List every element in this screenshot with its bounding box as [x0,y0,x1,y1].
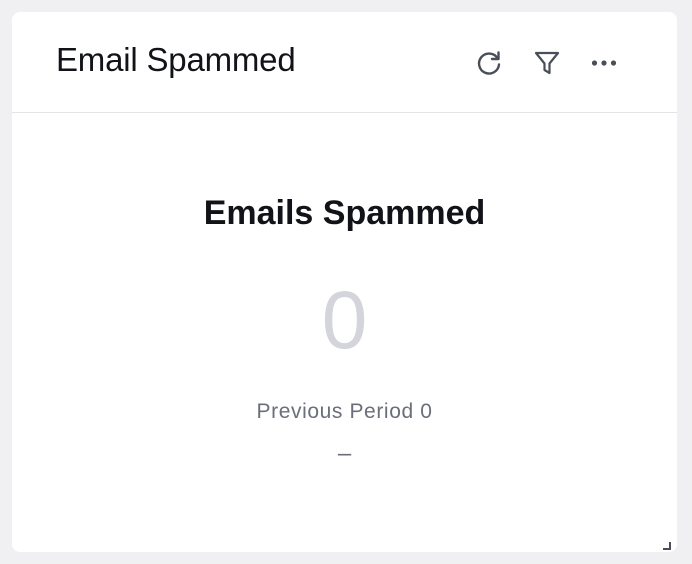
more-horizontal-icon [590,49,618,77]
resize-handle[interactable] [662,537,671,550]
widget-title: Email Spammed [56,41,296,78]
previous-period-text: Previous Period 0 [256,400,433,423]
widget-header: Email Spammed [12,12,677,113]
change-indicator: – [337,440,352,467]
refresh-icon [475,49,503,77]
filter-icon [533,49,561,77]
widget-body: Emails Spammed 0 Previous Period 0 – [12,114,677,552]
resize-corner-icon [663,542,671,550]
refresh-button[interactable] [472,47,506,79]
filter-button[interactable] [530,47,564,79]
metric-value: 0 [321,275,368,366]
metric-label: Emails Spammed [203,194,486,232]
more-options-button[interactable] [587,47,621,79]
email-spammed-widget: Email Spammed Emails Spammed 0 Previous … [12,12,677,552]
